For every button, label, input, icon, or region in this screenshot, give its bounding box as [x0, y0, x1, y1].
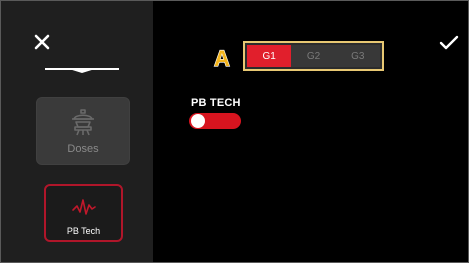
- sidebar-item-label: PB Tech: [66, 226, 101, 236]
- check-icon[interactable]: [439, 35, 459, 51]
- sidebar-divider-icon: [45, 68, 119, 73]
- waveform-icon: [71, 199, 96, 215]
- dispenser-icon: [72, 109, 94, 136]
- toggle-knob: [191, 114, 205, 128]
- sidebar: Doses PB Tech: [1, 1, 153, 262]
- pb-tech-toggle[interactable]: [189, 113, 241, 129]
- group-option-g2[interactable]: G2: [291, 45, 335, 67]
- group-selector-highlight: G1 G2 G3: [243, 41, 384, 71]
- settings-screen: Doses PB Tech A G1 G2 G3 PB TECH: [0, 0, 469, 263]
- sidebar-item-doses: Doses: [36, 97, 130, 165]
- group-option-g3[interactable]: G3: [336, 45, 380, 67]
- sidebar-item-label: Doses: [67, 143, 99, 155]
- close-icon[interactable]: [33, 33, 51, 51]
- group-selector: G1 G2 G3: [247, 45, 380, 67]
- sidebar-item-pb-tech[interactable]: PB Tech: [44, 184, 123, 242]
- group-option-g1[interactable]: G1: [247, 45, 292, 67]
- callout-letter: A: [214, 47, 230, 69]
- pb-tech-toggle-label: PB TECH: [191, 97, 241, 109]
- callout-badge: A: [213, 47, 230, 69]
